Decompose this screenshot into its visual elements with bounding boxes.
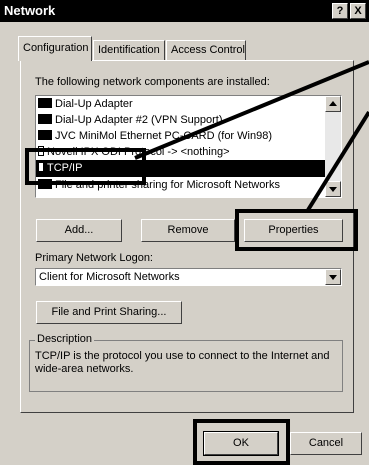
network-dialog: Network ? X Configuration Identification… <box>0 0 369 465</box>
properties-callout-box <box>235 209 358 251</box>
tab-configuration[interactable]: Configuration <box>18 36 92 61</box>
tcpip-callout-box <box>25 148 146 185</box>
ok-callout-box <box>193 419 290 465</box>
